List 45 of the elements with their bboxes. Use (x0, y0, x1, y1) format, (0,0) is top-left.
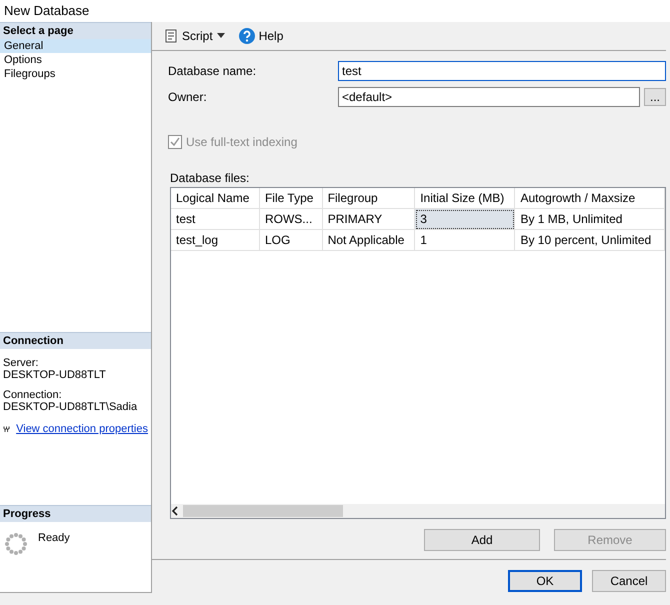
section-label: Database files: (169, 170, 250, 187)
page-item[interactable]: General (0, 39, 151, 53)
server-name: DESKTOP-UD88TLT (3, 369, 107, 381)
size-cell[interactable]: 1 (414, 230, 515, 250)
name-field[interactable]: test (338, 61, 666, 81)
browse-button[interactable]: ... (644, 88, 666, 106)
column-header[interactable]: File Type (259, 188, 322, 208)
table-cell: test (171, 208, 260, 230)
caret-icon (216, 33, 225, 39)
script-button[interactable]: Script (162, 27, 227, 45)
ok-button[interactable]: OK (508, 570, 582, 592)
horizontal-scrollbar[interactable] (171, 504, 665, 518)
checkbox-label: Use full-text indexing (186, 135, 298, 149)
progress-status: Ready (38, 532, 70, 544)
page-item[interactable]: Filegroups (0, 67, 151, 81)
connection-label: Connection: (3, 389, 63, 401)
field-label: Owner: (168, 90, 208, 104)
table-cell: LOG (259, 230, 322, 250)
table-cell: PRIMARY (322, 208, 415, 230)
field-label: Database name: (168, 64, 258, 78)
table-cell: By 10 percent, Unlimited (514, 230, 664, 250)
server-label: Server: (3, 357, 40, 369)
table-cell: test_log (171, 230, 260, 250)
help-icon (238, 28, 255, 44)
add-button[interactable]: Add (424, 529, 540, 551)
spinner-icon (4, 532, 28, 556)
table-cell: By 1 MB, Unlimited (514, 208, 664, 230)
size-cell[interactable]: 3 (414, 208, 515, 230)
window-title: New Database (0, 0, 670, 22)
cancel-button[interactable]: Cancel (592, 570, 666, 592)
script-icon (164, 29, 178, 43)
connection-properties-link[interactable]: View connection properties (16, 423, 148, 435)
page-item[interactable]: Options (0, 53, 151, 67)
help-button[interactable]: Help (236, 26, 286, 46)
section-header: Select a page (0, 22, 151, 39)
owner-field[interactable]: <default> (338, 87, 640, 107)
check-icon (170, 137, 180, 147)
column-header[interactable]: Autogrowth / Maxsize (514, 188, 664, 208)
table-cell: Not Applicable (322, 230, 415, 250)
column-header[interactable]: Filegroup (322, 188, 415, 208)
connection-name: DESKTOP-UD88TLT\Sadia (3, 401, 138, 413)
table-cell: ROWS... (259, 208, 322, 230)
section-header: Connection (0, 332, 151, 349)
section-header: Progress (0, 505, 151, 522)
column-header[interactable]: Logical Name (171, 188, 260, 208)
